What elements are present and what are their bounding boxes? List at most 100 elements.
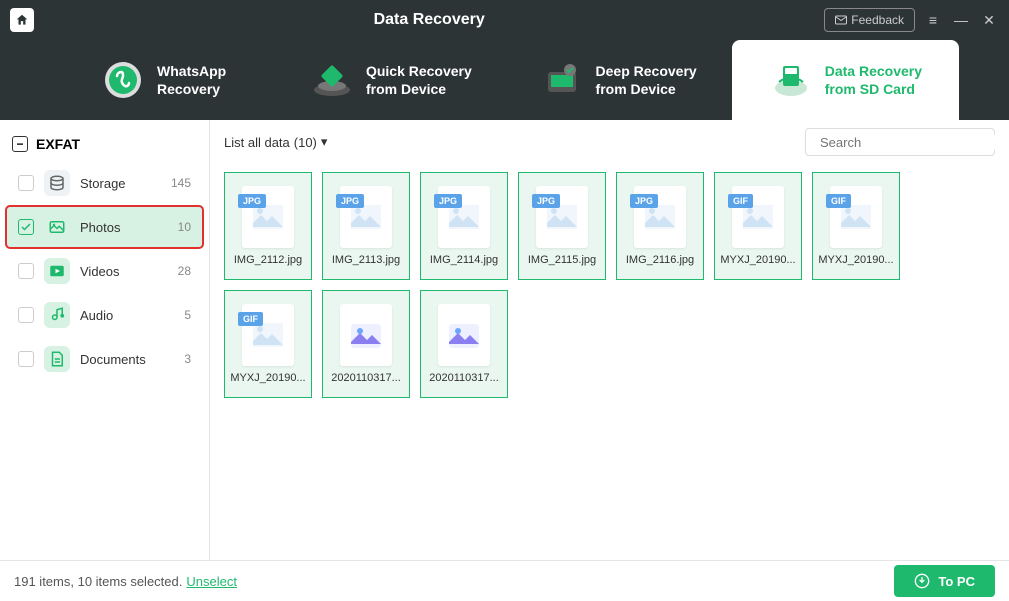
mail-icon bbox=[835, 15, 847, 25]
minimize-icon: — bbox=[954, 12, 968, 28]
tab-deep-recovery[interactable]: Deep Recoveryfrom Device bbox=[505, 40, 732, 120]
sidebar-item-count: 10 bbox=[178, 220, 191, 234]
sidebar-item-label: Documents bbox=[80, 352, 174, 367]
app-header: Data Recovery Feedback ≡ — ✕ WhatsAppRec… bbox=[0, 0, 1009, 120]
main-panel: List all data (10) ▾ JPGIMG_2112.jpgJPGI… bbox=[210, 120, 1009, 560]
tab-label: Quick Recoveryfrom Device bbox=[366, 62, 472, 98]
file-card[interactable]: GIF MYXJ_20190... bbox=[812, 172, 900, 280]
file-name: IMG_2114.jpg bbox=[425, 254, 503, 266]
app-title: Data Recovery bbox=[34, 11, 824, 29]
file-type-badge: GIF bbox=[238, 312, 263, 326]
search-box[interactable] bbox=[805, 128, 995, 156]
file-card[interactable]: GIFMYXJ_20190... bbox=[714, 172, 802, 280]
close-icon: ✕ bbox=[983, 12, 995, 29]
file-type-badge: JPG bbox=[532, 194, 560, 208]
download-icon bbox=[914, 573, 930, 589]
file-type-badge: JPG bbox=[238, 194, 266, 208]
hamburger-icon: ≡ bbox=[929, 12, 937, 28]
titlebar: Data Recovery Feedback ≡ — ✕ bbox=[0, 0, 1009, 40]
file-name: MYXJ_20190... bbox=[817, 254, 895, 266]
file-name: 2020110317... bbox=[327, 372, 405, 384]
sidebar-item-label: Photos bbox=[80, 220, 168, 235]
feedback-button[interactable]: Feedback bbox=[824, 8, 915, 32]
minimize-button[interactable]: — bbox=[951, 10, 971, 30]
checkbox[interactable] bbox=[18, 307, 34, 323]
file-thumb: JPG bbox=[340, 186, 392, 248]
file-thumb: JPG bbox=[536, 186, 588, 248]
tab-label: Deep Recoveryfrom Device bbox=[596, 62, 697, 98]
tab-label: WhatsAppRecovery bbox=[157, 62, 226, 98]
file-thumb: GIF bbox=[830, 186, 882, 248]
file-name: IMG_2116.jpg bbox=[621, 254, 699, 266]
file-card[interactable]: 2020110317... bbox=[322, 290, 410, 398]
videos-icon bbox=[44, 258, 70, 284]
sidebar-item-count: 28 bbox=[178, 264, 191, 278]
close-button[interactable]: ✕ bbox=[979, 10, 999, 30]
sidebar-item-count: 3 bbox=[184, 352, 191, 366]
tab-icon bbox=[540, 58, 584, 102]
sidebar-item-label: Audio bbox=[80, 308, 174, 323]
sidebar-item-count: 5 bbox=[184, 308, 191, 322]
sidebar-item-audio[interactable]: Audio 5 bbox=[6, 294, 203, 336]
file-thumb: JPG bbox=[634, 186, 686, 248]
file-card[interactable]: JPG IMG_2113.jpg bbox=[322, 172, 410, 280]
checkbox[interactable] bbox=[18, 175, 34, 191]
sidebar-items: Storage145 Photos 10 Videos 28 Audio 5 Document… bbox=[0, 162, 209, 380]
file-type-badge: GIF bbox=[826, 194, 851, 208]
body: − EXFAT Storage145 Photos 10 Videos 28 Audio 5… bbox=[0, 120, 1009, 560]
search-input[interactable] bbox=[820, 135, 996, 150]
filter-dropdown[interactable]: List all data (10) ▾ bbox=[224, 134, 327, 150]
tab-quick-recovery[interactable]: Quick Recoveryfrom Device bbox=[277, 40, 504, 120]
file-grid: JPGIMG_2112.jpgJPGIMG_2113.jpgJPGIMG_211… bbox=[210, 164, 1009, 560]
tab-data-recovery[interactable]: Data Recoveryfrom SD Card bbox=[732, 40, 959, 120]
file-name: IMG_2112.jpg bbox=[229, 254, 307, 266]
toolbar: List all data (10) ▾ bbox=[210, 120, 1009, 164]
checkbox[interactable] bbox=[18, 263, 34, 279]
sidebar-item-label: Storage bbox=[80, 176, 161, 191]
audio-icon bbox=[44, 302, 70, 328]
tab-whatsapp[interactable]: WhatsAppRecovery bbox=[50, 40, 277, 120]
menu-button[interactable]: ≡ bbox=[923, 10, 943, 30]
checkbox[interactable] bbox=[18, 219, 34, 235]
storage-icon bbox=[44, 170, 70, 196]
unselect-link[interactable]: Unselect bbox=[186, 574, 237, 589]
tab-icon bbox=[310, 58, 354, 102]
file-name: 2020110317... bbox=[425, 372, 503, 384]
chevron-down-icon: ▾ bbox=[321, 134, 328, 150]
checkbox[interactable] bbox=[18, 351, 34, 367]
footer: 191 items, 10 items selected. Unselect T… bbox=[0, 560, 1009, 601]
sidebar-item-videos[interactable]: Videos 28 bbox=[6, 250, 203, 292]
file-type-badge: JPG bbox=[336, 194, 364, 208]
status-text: 191 items, 10 items selected. bbox=[14, 574, 182, 589]
sidebar-item-photos[interactable]: Photos 10 bbox=[6, 206, 203, 248]
file-card[interactable]: JPG IMG_2112.jpg bbox=[224, 172, 312, 280]
file-thumb: GIF bbox=[242, 304, 294, 366]
photos-icon bbox=[44, 214, 70, 240]
sidebar-item-storage[interactable]: Storage145 bbox=[6, 162, 203, 204]
file-type-badge: JPG bbox=[434, 194, 462, 208]
file-thumb: JPG bbox=[438, 186, 490, 248]
file-card[interactable]: JPG IMG_2116.jpg bbox=[616, 172, 704, 280]
tab-icon bbox=[101, 58, 145, 102]
file-card[interactable]: GIF MYXJ_20190... bbox=[224, 290, 312, 398]
file-thumb: GIF bbox=[732, 186, 784, 248]
file-thumb bbox=[438, 304, 490, 366]
file-thumb: JPG bbox=[242, 186, 294, 248]
to-pc-button[interactable]: To PC bbox=[894, 565, 995, 597]
file-card[interactable]: JPG IMG_2114.jpg bbox=[420, 172, 508, 280]
home-icon bbox=[15, 13, 29, 27]
file-name: IMG_2113.jpg bbox=[327, 254, 405, 266]
tab-icon bbox=[769, 58, 813, 102]
sidebar-item-label: Videos bbox=[80, 264, 168, 279]
volume-name: EXFAT bbox=[36, 136, 80, 152]
mode-tabs: WhatsAppRecovery Quick Recoveryfrom Devic… bbox=[0, 40, 1009, 120]
home-button[interactable] bbox=[10, 8, 34, 32]
file-card[interactable]: 2020110317... bbox=[420, 290, 508, 398]
file-thumb bbox=[340, 304, 392, 366]
file-card[interactable]: JPGIMG_2115.jpg bbox=[518, 172, 606, 280]
file-name: MYXJ_20190... bbox=[229, 372, 307, 384]
sidebar: − EXFAT Storage145 Photos 10 Videos 28 Audio 5… bbox=[0, 120, 210, 560]
sidebar-volume-header[interactable]: − EXFAT bbox=[0, 128, 209, 160]
sidebar-item-documents[interactable]: Documents 3 bbox=[6, 338, 203, 380]
tab-label: Data Recoveryfrom SD Card bbox=[825, 62, 922, 98]
